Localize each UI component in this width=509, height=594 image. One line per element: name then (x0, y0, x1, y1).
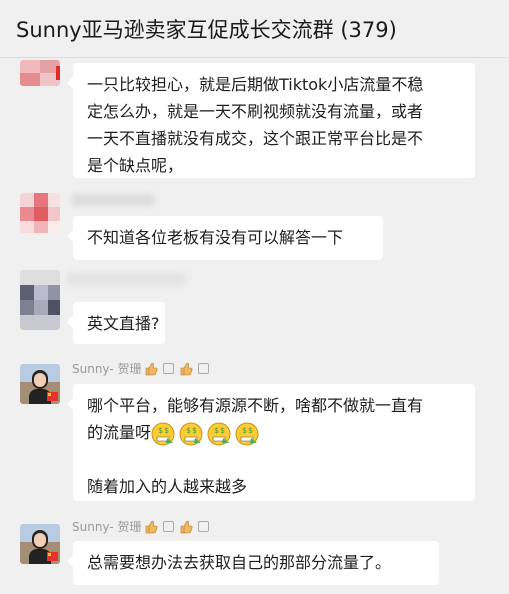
thumbs-up-icon (146, 520, 158, 533)
placeholder-box-icon (198, 521, 210, 532)
sender-name: Sunny- 贺珊 (72, 360, 211, 377)
message-text: 的流量呀 (87, 423, 152, 442)
placeholder-box-icon (163, 363, 175, 374)
message-text: 总需要想办法去获取自己的那部分流量了。 (87, 553, 392, 572)
svg-text:$: $ (248, 426, 253, 435)
thumbs-up-icon (146, 362, 158, 375)
message-bubble[interactable]: 不知道各位老板有没有可以解答一下 (67, 216, 383, 260)
message-bubble[interactable]: 英文直播? (67, 302, 165, 344)
avatar-sunny[interactable] (20, 524, 60, 564)
money-face-icon: $ $ (207, 422, 231, 445)
svg-text:$: $ (214, 426, 219, 435)
money-face-icon: $ $ (179, 422, 203, 445)
placeholder-box-icon (163, 521, 175, 532)
message-text: 英文直播? (87, 314, 160, 333)
svg-text:$: $ (220, 426, 225, 435)
sender-name-blurred (66, 272, 186, 286)
message-bubble[interactable]: 总需要想办法去获取自己的那部分流量了。 (67, 541, 439, 585)
message-text: 哪个平台，能够有源源不断，啥都不做就一直有 (87, 396, 424, 415)
sender-name-blurred (72, 194, 154, 206)
message-bubble[interactable]: 一只比较担心，就是后期做Tiktok小店流量不稳 定怎么办，就是一天不刷视频就没… (67, 63, 475, 178)
chat-header: Sunny亚马逊卖家互促成长交流群 (379) (0, 0, 509, 58)
message-text: 是个缺点呢， (87, 156, 184, 175)
avatar-sunny[interactable] (20, 364, 60, 404)
message-text: 定怎么办，就是一天不刷视频就没有流量，或者 (87, 102, 424, 121)
message-text: 一天不直播就没有成交，这个跟正常平台比是不 (87, 129, 424, 148)
message-text: 一只比较担心，就是后期做Tiktok小店流量不稳 (87, 75, 424, 94)
sender-label: Sunny- 贺珊 (72, 520, 142, 534)
thumbs-up-icon (181, 362, 193, 375)
money-face-icon: $ $ (235, 422, 259, 445)
message-bubble[interactable]: 哪个平台，能够有源源不断，啥都不做就一直有 的流量呀 $ $ $ $ $ $ $ $ 随着加入的… (67, 384, 475, 501)
message-text: 随着加入的人越来越多 (87, 477, 248, 496)
thumbs-up-icon (181, 520, 193, 533)
svg-text:$: $ (186, 426, 191, 435)
sender-name: Sunny- 贺珊 (72, 518, 211, 535)
money-face-icon: $ $ (151, 422, 175, 445)
avatar[interactable] (20, 193, 60, 233)
svg-text:$: $ (192, 426, 197, 435)
placeholder-box-icon (198, 363, 210, 374)
badge-mark (56, 66, 60, 80)
svg-text:$: $ (158, 426, 163, 435)
avatar[interactable] (20, 60, 60, 86)
message-text-with-emoji: 的流量呀 $ $ $ $ $ $ $ $ (87, 419, 463, 446)
sender-label: Sunny- 贺珊 (72, 362, 142, 376)
group-title: Sunny亚马逊卖家互促成长交流群 (379) (16, 18, 397, 42)
avatar[interactable] (20, 270, 60, 330)
svg-text:$: $ (164, 426, 169, 435)
message-text: 不知道各位老板有没有可以解答一下 (87, 228, 344, 247)
svg-text:$: $ (242, 426, 247, 435)
